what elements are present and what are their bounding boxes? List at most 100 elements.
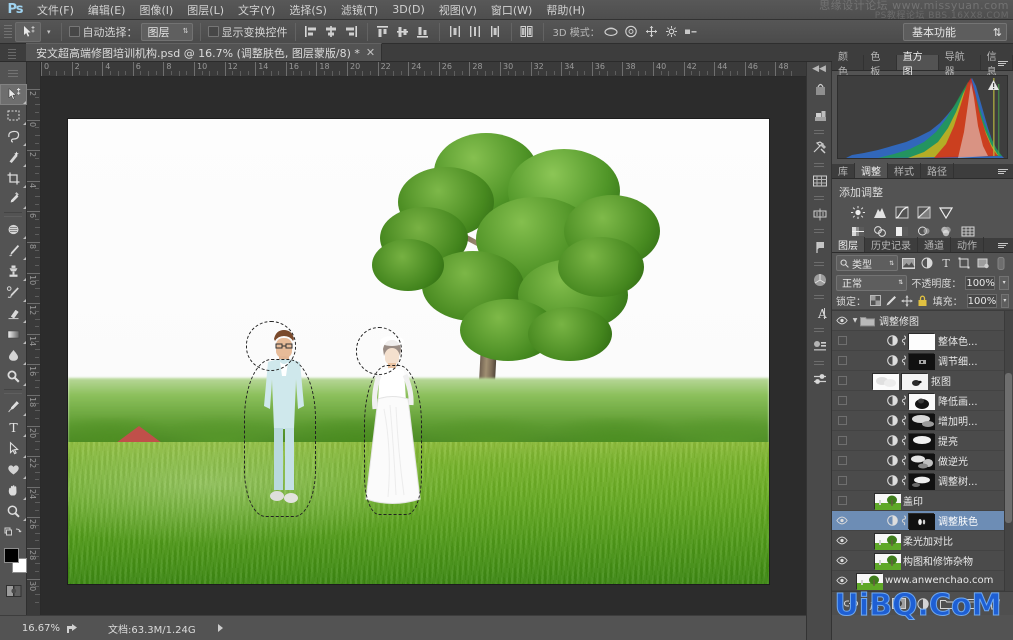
mask-link-icon[interactable] xyxy=(899,455,908,466)
filter-type-layers-icon[interactable]: T xyxy=(938,255,953,271)
slide-3d-icon[interactable] xyxy=(663,23,680,41)
layer-mask-thumbnail[interactable] xyxy=(908,453,934,469)
layer-mask-thumbnail[interactable] xyxy=(908,393,934,409)
layer-row[interactable]: 调整肤色 xyxy=(832,511,1013,531)
layer-row[interactable]: 整体色... xyxy=(832,331,1013,351)
share-icon[interactable] xyxy=(64,623,80,634)
layer-row[interactable]: 柔光加对比 xyxy=(832,531,1013,551)
lock-transparent-pixels-icon[interactable] xyxy=(870,293,881,309)
color-swatches[interactable] xyxy=(0,546,27,578)
tab-channels[interactable]: 通道 xyxy=(918,237,951,252)
mask-link-icon[interactable] xyxy=(899,395,908,406)
filter-shape-layers-icon[interactable] xyxy=(957,255,972,271)
timeline-icon[interactable] xyxy=(807,168,833,194)
quick-mask-toggle[interactable] xyxy=(0,580,27,601)
brush-tool[interactable] xyxy=(0,240,27,261)
layer-thumbnail[interactable] xyxy=(872,373,898,389)
menu-help[interactable]: 帮助(H) xyxy=(539,0,592,20)
vertical-ruler[interactable]: 2024681012141618202224262830 xyxy=(27,77,41,615)
status-bar-menu-arrow-icon[interactable] xyxy=(218,624,223,632)
new-group-icon[interactable] xyxy=(940,597,954,611)
filter-pixel-layers-icon[interactable] xyxy=(901,255,916,271)
align-left-edges-icon[interactable] xyxy=(303,23,320,41)
tab-actions[interactable]: 动作 xyxy=(951,237,984,252)
lock-image-pixels-icon[interactable] xyxy=(885,293,897,309)
tool-presets-icon[interactable] xyxy=(807,135,833,161)
clone-stamp-tool[interactable] xyxy=(0,261,27,282)
custom-shape-tool[interactable] xyxy=(0,459,27,480)
curves-icon[interactable] xyxy=(893,204,911,220)
path-selection-tool[interactable] xyxy=(0,438,27,459)
layer-visibility-toggle[interactable] xyxy=(834,516,850,525)
show-transform-controls-checkbox[interactable] xyxy=(208,26,219,37)
rectangular-marquee-tool[interactable] xyxy=(0,105,27,126)
adjustments-sliders-icon[interactable] xyxy=(807,366,833,392)
lock-position-icon[interactable] xyxy=(901,293,913,309)
document-tab[interactable]: 安文超高端修图培训机构.psd @ 16.7% (调整肤色, 图层蒙版/8) *… xyxy=(26,43,382,61)
properties-panel-icon[interactable] xyxy=(807,333,833,359)
menu-filter[interactable]: 滤镜(T) xyxy=(334,0,385,20)
tab-styles[interactable]: 样式 xyxy=(888,163,921,178)
layer-thumbnail[interactable] xyxy=(856,573,882,589)
auto-select-checkbox[interactable] xyxy=(69,26,80,37)
history-brush-tool[interactable] xyxy=(0,282,27,303)
menu-window[interactable]: 窗口(W) xyxy=(484,0,539,20)
fill-slider-caret-icon[interactable]: ▾ xyxy=(1001,294,1009,308)
options-bar-grip[interactable] xyxy=(4,23,12,41)
layer-row[interactable]: 盖印 xyxy=(832,491,1013,511)
menu-file[interactable]: 文件(F) xyxy=(30,0,81,20)
mask-link-icon[interactable] xyxy=(899,335,908,346)
layer-style-icon[interactable]: fx xyxy=(868,597,882,611)
canvas-area[interactable]: 0246810121416182022242628303234363840424… xyxy=(27,62,806,615)
layer-hidden-box[interactable] xyxy=(838,436,847,445)
mini-bridge-icon[interactable] xyxy=(807,76,833,102)
tool-preset-caret-icon[interactable]: ▾ xyxy=(44,28,54,36)
menu-3d[interactable]: 3D(D) xyxy=(385,1,432,18)
mask-link-icon[interactable] xyxy=(899,475,908,486)
layer-visibility-toggle[interactable] xyxy=(834,376,850,385)
layer-mask-thumbnail[interactable] xyxy=(908,513,934,529)
layer-hidden-box[interactable] xyxy=(838,456,847,465)
delete-layer-icon[interactable] xyxy=(988,597,1002,611)
notes-icon[interactable] xyxy=(807,234,833,260)
foreground-color-swatch[interactable] xyxy=(4,548,19,563)
new-layer-icon[interactable] xyxy=(964,597,978,611)
panel-menu-icon[interactable] xyxy=(998,58,1010,68)
horizontal-type-tool[interactable]: T xyxy=(0,417,27,438)
layer-mask-thumbnail[interactable] xyxy=(908,433,934,449)
eraser-tool[interactable] xyxy=(0,303,27,324)
layer-row[interactable]: 调整树... xyxy=(832,471,1013,491)
auto-select-scope-dropdown[interactable]: 图层 ⇅ xyxy=(141,23,193,41)
layer-mask-thumbnail[interactable] xyxy=(908,333,934,349)
3d-panel-icon[interactable] xyxy=(807,267,833,293)
tab-histogram[interactable]: 直方图 xyxy=(897,55,939,70)
layer-hidden-box[interactable] xyxy=(838,396,847,405)
layer-visibility-toggle[interactable] xyxy=(834,356,850,365)
tabbar-grip[interactable] xyxy=(0,43,26,61)
hand-tool[interactable] xyxy=(0,480,27,501)
layer-hidden-box[interactable] xyxy=(838,496,847,505)
layer-row[interactable]: 做逆光 xyxy=(832,451,1013,471)
quick-selection-tool[interactable] xyxy=(0,147,27,168)
mask-link-icon[interactable] xyxy=(899,515,908,526)
filter-toggle-switch[interactable] xyxy=(994,255,1009,271)
mask-link-icon[interactable] xyxy=(899,435,908,446)
distribute-left-icon[interactable] xyxy=(447,23,464,41)
layer-thumbnail[interactable] xyxy=(874,553,900,569)
auto-align-layers-icon[interactable] xyxy=(519,23,536,41)
menu-view[interactable]: 视图(V) xyxy=(432,0,484,20)
layer-mask-thumbnail[interactable] xyxy=(901,373,927,389)
distribute-right-icon[interactable] xyxy=(487,23,504,41)
layer-hidden-box[interactable] xyxy=(838,416,847,425)
align-vertical-centers-icon[interactable] xyxy=(395,23,412,41)
filter-adjustment-layers-icon[interactable] xyxy=(920,255,935,271)
layer-row[interactable]: 调节细... xyxy=(832,351,1013,371)
new-adjustment-layer-icon[interactable] xyxy=(916,597,930,611)
active-tool-preview-move-icon[interactable] xyxy=(15,22,41,42)
panel-menu-icon[interactable] xyxy=(998,166,1010,176)
roll-3d-icon[interactable] xyxy=(623,23,640,41)
move-tool[interactable] xyxy=(0,84,27,105)
layer-visibility-toggle[interactable] xyxy=(834,416,850,425)
link-layers-icon[interactable] xyxy=(844,597,858,611)
filter-smart-objects-icon[interactable] xyxy=(975,255,990,271)
